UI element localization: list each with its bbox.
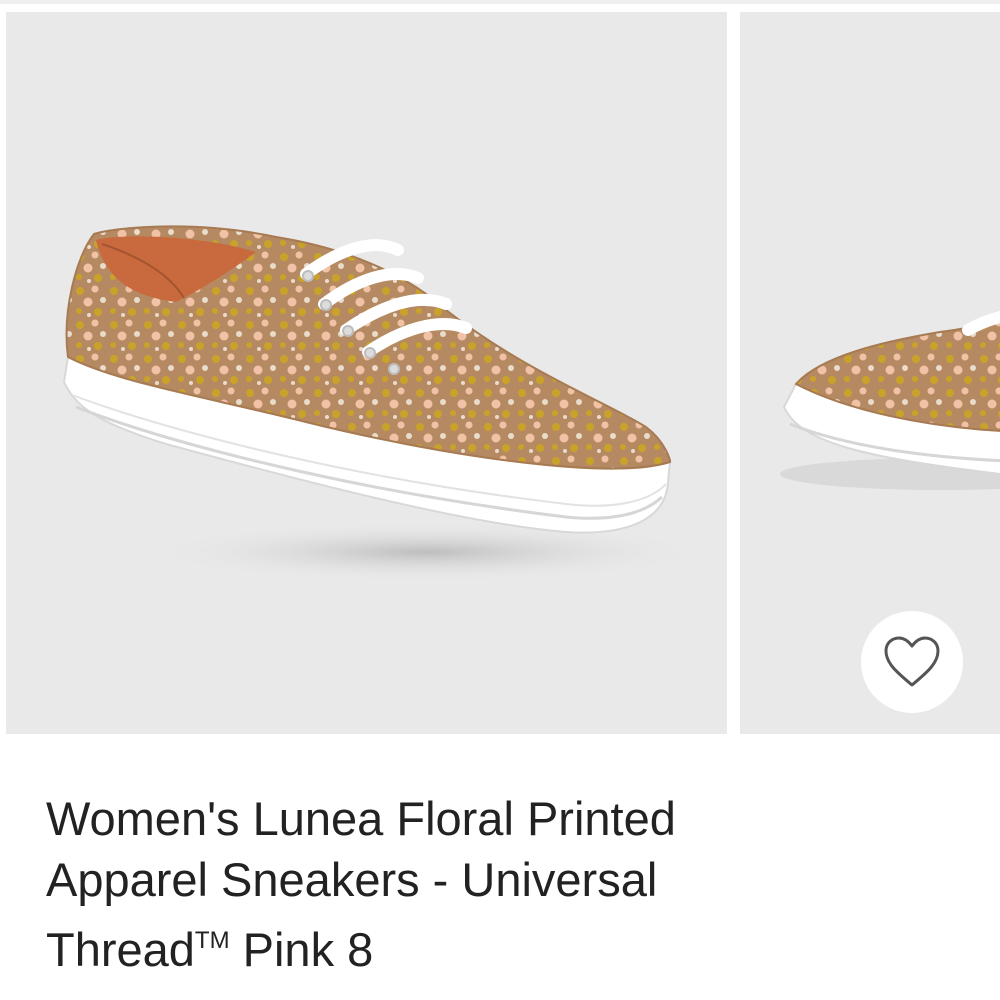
heart-outline-icon bbox=[884, 636, 940, 687]
product-title-line-3: ThreadTM Pink 8 bbox=[46, 910, 946, 980]
product-title-line-2: Apparel Sneakers - Universal bbox=[46, 853, 658, 906]
product-title-line-1: Women's Lunea Floral Printed bbox=[46, 792, 676, 845]
product-page: Women's Lunea Floral Printed Apparel Sne… bbox=[0, 0, 1000, 1000]
product-image-carousel[interactable] bbox=[0, 12, 1000, 734]
product-title: Women's Lunea Floral Printed Apparel Sne… bbox=[46, 788, 946, 980]
sneaker-illustration bbox=[62, 225, 706, 582]
brand-name: Thread bbox=[46, 923, 195, 976]
product-image-main[interactable] bbox=[6, 12, 727, 734]
top-divider bbox=[0, 0, 1000, 4]
product-variant: Pink 8 bbox=[229, 923, 374, 976]
sneaker-illustration-alt bbox=[780, 310, 1000, 490]
trademark-mark: TM bbox=[194, 927, 230, 954]
product-image-secondary[interactable] bbox=[740, 12, 1000, 734]
favorite-button[interactable] bbox=[861, 611, 963, 713]
